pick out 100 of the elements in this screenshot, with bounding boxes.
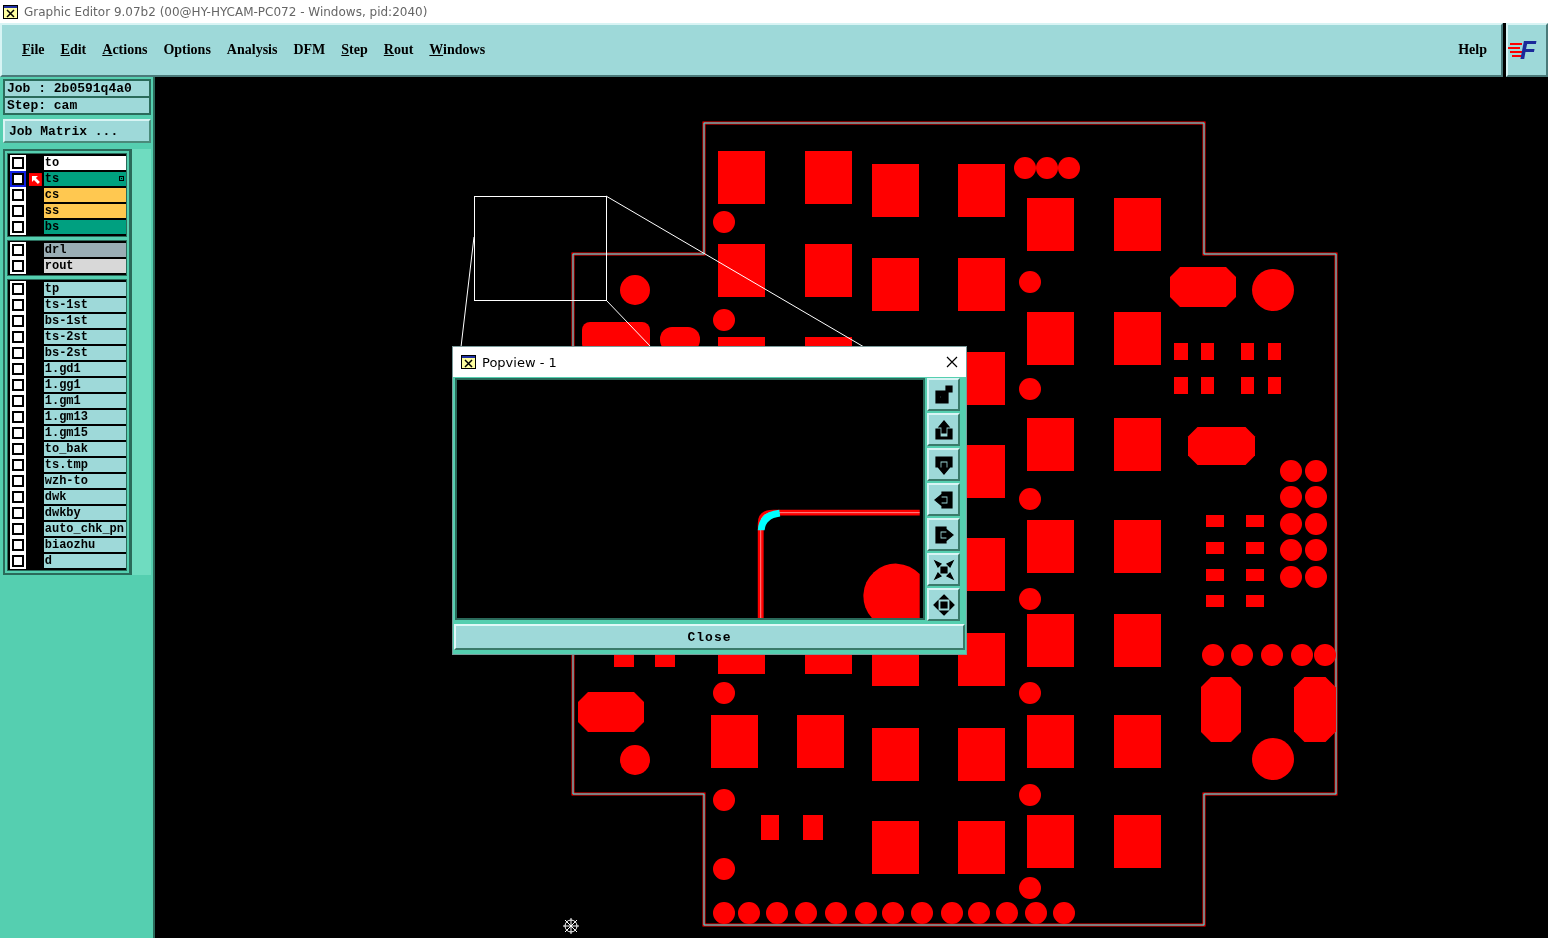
layer-name[interactable]: drl	[43, 243, 126, 257]
layer-checkbox[interactable]	[12, 283, 24, 295]
menu-item[interactable]: Edit	[52, 40, 95, 60]
layer-checkbox[interactable]	[12, 411, 24, 423]
view-tool-button[interactable]	[927, 448, 960, 481]
layer-name[interactable]: bs-1st	[43, 314, 126, 328]
layer-checkbox[interactable]	[12, 539, 24, 551]
layer-checkbox[interactable]	[12, 221, 24, 233]
layer-row[interactable]: dwkby	[8, 505, 126, 521]
layer-name[interactable]: biaozhu	[43, 538, 126, 552]
view-tool-button[interactable]	[927, 483, 960, 516]
layer-checkbox[interactable]	[12, 555, 24, 567]
layer-row[interactable]: wzh-to	[8, 473, 126, 489]
layer-name[interactable]: 1.gd1	[43, 362, 126, 376]
layer-name[interactable]: rout	[43, 259, 126, 273]
layer-name[interactable]: cs	[43, 188, 126, 202]
layer-name[interactable]: 1.gm1	[43, 394, 126, 408]
layer-row[interactable]: 1.gd1	[8, 361, 126, 377]
menu-item[interactable]: Actions	[94, 40, 156, 60]
layer-row[interactable]: drl	[8, 242, 126, 258]
layer-name[interactable]: d	[43, 554, 126, 568]
layer-checkbox[interactable]	[12, 315, 24, 327]
layer-name[interactable]: ts.tmp	[43, 458, 126, 472]
menu-item[interactable]: File	[14, 40, 53, 60]
layer-name[interactable]: wzh-to	[43, 474, 126, 488]
layer-checkbox[interactable]	[12, 244, 24, 256]
layer-name[interactable]: ts	[43, 172, 126, 186]
menu-item[interactable]: DFM	[285, 40, 334, 60]
square-pad	[1206, 595, 1224, 607]
layer-row[interactable]: 1.gm1	[8, 393, 126, 409]
layer-name[interactable]: 1.gm13	[43, 410, 126, 424]
layer-name[interactable]: bs-2st	[43, 346, 126, 360]
layer-name[interactable]: auto_chk_pn	[43, 522, 126, 536]
view-tool-button[interactable]	[927, 413, 960, 446]
layer-row[interactable]: ts-2st	[8, 329, 126, 345]
layer-row[interactable]: to_bak	[8, 441, 126, 457]
layer-checkbox[interactable]	[12, 347, 24, 359]
layer-name[interactable]: dwkby	[43, 506, 126, 520]
layer-row[interactable]: ss	[8, 203, 126, 219]
layer-checkbox[interactable]	[12, 331, 24, 343]
layer-checkbox[interactable]	[12, 260, 24, 272]
view-tool-button[interactable]	[927, 553, 960, 586]
layer-row[interactable]: auto_chk_pn	[8, 521, 126, 537]
layer-name[interactable]: to_bak	[43, 442, 126, 456]
view-tool-button[interactable]	[927, 378, 960, 411]
layer-checkbox[interactable]	[12, 459, 24, 471]
layer-name[interactable]: 1.gm15	[43, 426, 126, 440]
layer-row[interactable]: bs-1st	[8, 313, 126, 329]
layer-name[interactable]: dwk	[43, 490, 126, 504]
layer-row[interactable]: ts	[8, 171, 126, 187]
help-menu[interactable]: Help	[1450, 40, 1495, 60]
layer-row[interactable]: d	[8, 553, 126, 569]
view-tool-button[interactable]	[927, 588, 960, 621]
layer-checkbox[interactable]	[12, 427, 24, 439]
menu-item[interactable]: Options	[155, 40, 219, 60]
layer-row[interactable]: tp	[8, 281, 126, 297]
close-button[interactable]: Close	[454, 624, 965, 650]
job-matrix-button[interactable]: Job Matrix ...	[3, 119, 151, 143]
layer-checkbox[interactable]	[12, 475, 24, 487]
square-pad	[1114, 312, 1161, 365]
layer-row[interactable]: ts-1st	[8, 297, 126, 313]
layer-row[interactable]: dwk	[8, 489, 126, 505]
layer-row[interactable]: bs	[8, 219, 126, 235]
layer-name[interactable]: ss	[43, 204, 126, 218]
layer-checkbox[interactable]	[12, 379, 24, 391]
layer-row[interactable]: biaozhu	[8, 537, 126, 553]
layer-row[interactable]: to	[8, 155, 126, 171]
menu-item[interactable]: Rout	[375, 40, 422, 60]
menu-item[interactable]: Analysis	[218, 40, 286, 60]
layer-row[interactable]: bs-2st	[8, 345, 126, 361]
layer-name[interactable]: 1.gg1	[43, 378, 126, 392]
layer-row[interactable]: 1.gg1	[8, 377, 126, 393]
layer-checkbox[interactable]	[12, 205, 24, 217]
square-pad	[958, 728, 1005, 781]
layer-checkbox[interactable]	[12, 173, 24, 185]
layer-checkbox[interactable]	[12, 363, 24, 375]
layer-checkbox[interactable]	[12, 443, 24, 455]
layer-checkbox[interactable]	[12, 299, 24, 311]
layer-name[interactable]: ts-1st	[43, 298, 126, 312]
menu-item[interactable]: Step	[333, 40, 376, 60]
menu-item[interactable]: Windows	[421, 40, 494, 60]
layer-row[interactable]: cs	[8, 187, 126, 203]
layer-name[interactable]: tp	[43, 282, 126, 296]
layer-checkbox[interactable]	[12, 523, 24, 535]
layer-name[interactable]: ts-2st	[43, 330, 126, 344]
layer-checkbox[interactable]	[12, 189, 24, 201]
layer-row[interactable]: 1.gm13	[8, 409, 126, 425]
square-pad	[872, 728, 919, 781]
close-icon[interactable]	[946, 356, 958, 368]
layer-checkbox[interactable]	[12, 157, 24, 169]
layer-row[interactable]: rout	[8, 258, 126, 274]
layer-checkbox[interactable]	[12, 507, 24, 519]
panel-sash[interactable]	[131, 149, 151, 575]
layer-row[interactable]: ts.tmp	[8, 457, 126, 473]
layer-name[interactable]: to	[43, 156, 126, 170]
layer-row[interactable]: 1.gm15	[8, 425, 126, 441]
layer-checkbox[interactable]	[12, 491, 24, 503]
layer-checkbox[interactable]	[12, 395, 24, 407]
view-tool-button[interactable]	[927, 518, 960, 551]
layer-name[interactable]: bs	[43, 220, 126, 234]
